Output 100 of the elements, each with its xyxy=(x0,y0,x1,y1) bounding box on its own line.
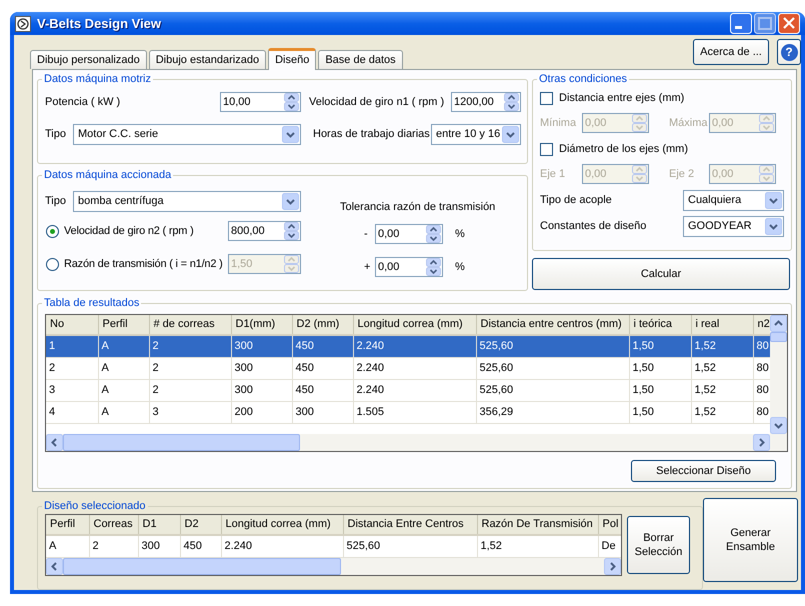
scrollbar-track[interactable] xyxy=(46,434,787,451)
table-cell: A xyxy=(46,535,89,557)
scroll-thumb[interactable] xyxy=(770,332,787,342)
table-cell: 200 xyxy=(231,401,292,423)
table-cell: 3 xyxy=(46,379,98,401)
table-cell: A xyxy=(98,357,149,379)
table-cell: 2 xyxy=(46,357,98,379)
field-label: Constantes de diseño xyxy=(540,219,648,234)
table-cell: 2 xyxy=(149,357,231,379)
column-header[interactable]: Pol xyxy=(598,515,621,535)
column-header[interactable]: Perfil xyxy=(46,515,89,535)
field-label: Diámetro de los ejes (mm) xyxy=(559,142,688,157)
column-header[interactable]: D2 (mm) xyxy=(292,315,353,335)
table-cell: 1,52 xyxy=(691,401,753,423)
column-header[interactable]: Correas xyxy=(89,515,138,535)
table-row[interactable]: A 2 300 450 2.240 525,60 1,52 De xyxy=(46,535,621,557)
scroll-left-button[interactable] xyxy=(46,558,63,575)
button[interactable]: Acerca de ... xyxy=(693,39,769,65)
table-cell: 1,50 xyxy=(629,401,691,423)
group-title: Datos máquina accionada xyxy=(43,169,172,182)
column-header[interactable]: i real xyxy=(691,315,753,335)
scroll-right-button[interactable] xyxy=(604,558,621,575)
column-header[interactable]: D1 xyxy=(138,515,180,535)
field-label: Tipo de acople xyxy=(540,193,613,208)
close-button[interactable] xyxy=(778,13,800,34)
table-cell: 450 xyxy=(180,535,221,557)
column-header[interactable]: Distancia entre centros (mm) xyxy=(476,315,629,335)
scroll-thumb[interactable] xyxy=(63,558,341,575)
scroll-down-button[interactable] xyxy=(770,417,787,434)
scroll-right-button[interactable] xyxy=(753,434,770,451)
field-label: Potencia ( kW ) xyxy=(45,94,122,110)
table-row[interactable]: 2 A 2 300 450 2.240 525,60 1,50 1,52 80 xyxy=(46,357,770,379)
spinner-arrows-icon xyxy=(426,225,441,243)
table-row[interactable]: 3 A 2 300 450 2.240 525,60 1,50 1,52 80 xyxy=(46,379,770,401)
spin-field[interactable]: 1200,00 xyxy=(451,92,521,112)
table-cell: 450 xyxy=(292,379,353,401)
scroll-thumb[interactable] xyxy=(63,434,300,451)
scrollbar-track[interactable] xyxy=(46,558,621,575)
column-header[interactable]: No xyxy=(46,315,98,335)
table-cell: 2 xyxy=(89,535,138,557)
dropdown[interactable]: entre 10 y 16 xyxy=(431,124,521,144)
column-header[interactable]: n2 xyxy=(753,315,770,335)
spin-field[interactable]: 0,00 xyxy=(375,224,443,244)
field-label: Eje 2 xyxy=(669,166,696,182)
tab[interactable]: Dibujo personalizado xyxy=(30,50,147,69)
column-header[interactable]: Razón De Transmisión xyxy=(477,515,598,535)
dropdown[interactable]: Motor C.C. serie xyxy=(73,124,301,144)
radio-button[interactable] xyxy=(46,224,59,238)
table-cell: A xyxy=(98,401,149,423)
spinner-arrows-icon xyxy=(632,165,647,183)
radio-button[interactable] xyxy=(46,258,59,270)
table-cell: 356,29 xyxy=(476,401,629,423)
spinner-arrows-icon xyxy=(759,114,774,132)
scroll-up-button[interactable] xyxy=(770,315,787,332)
spin-field[interactable]: 10,00 xyxy=(220,92,301,112)
field-label: Tipo xyxy=(45,194,67,209)
button[interactable]: Calcular xyxy=(532,258,790,290)
scrollbar-track[interactable] xyxy=(770,315,787,434)
button[interactable]: Generar Ensamble xyxy=(703,498,798,582)
field-label: Distancia entre ejes (mm) xyxy=(559,90,684,106)
table-cell: 1,52 xyxy=(477,535,598,557)
table-row[interactable]: 1 A 2 300 450 2.240 525,60 1,50 1,52 80 xyxy=(46,335,770,357)
column-header[interactable]: Longitud correa (mm) xyxy=(221,515,343,535)
table-cell: 300 xyxy=(231,335,292,357)
column-header[interactable]: Longitud correa (mm) xyxy=(353,315,476,335)
spin-field[interactable]: 800,00 xyxy=(228,221,301,241)
table-cell: 300 xyxy=(231,357,292,379)
tab[interactable]: Dibujo estandarizado xyxy=(148,50,266,69)
table-cell: 1,52 xyxy=(691,335,753,357)
field-label: Eje 1 xyxy=(540,166,566,182)
column-header[interactable]: D2 xyxy=(180,515,221,535)
dropdown[interactable]: bomba centrífuga xyxy=(73,190,301,212)
table-cell: 1 xyxy=(46,335,98,357)
table-cell: 1,52 xyxy=(691,379,753,401)
help-button[interactable]: ? xyxy=(777,39,801,65)
tab[interactable]: Diseño xyxy=(268,48,316,70)
sign-label: - xyxy=(364,226,369,242)
button[interactable]: Seleccionar Diseño xyxy=(631,460,776,482)
table-cell: 3 xyxy=(149,401,231,423)
dropdown[interactable]: Cualquiera xyxy=(683,190,784,211)
column-header[interactable]: D1(mm) xyxy=(231,315,292,335)
dropdown[interactable]: GOODYEAR xyxy=(683,216,784,237)
table-cell: 300 xyxy=(231,379,292,401)
column-header[interactable]: i teórica xyxy=(629,315,691,335)
checkbox[interactable] xyxy=(540,142,553,156)
button[interactable]: Borrar Selección xyxy=(627,516,690,574)
tab[interactable]: Base de datos xyxy=(318,50,403,69)
checkbox[interactable] xyxy=(540,92,553,104)
spin-field[interactable]: 0,00 xyxy=(375,257,443,277)
table-cell: 525,60 xyxy=(476,379,629,401)
spinner-arrows-icon xyxy=(426,258,441,276)
scroll-left-button[interactable] xyxy=(46,434,63,451)
window-title: V-Belts Design View xyxy=(37,14,162,33)
table-row[interactable]: 4 A 3 200 300 1.505 356,29 1,50 1,52 80 xyxy=(46,401,770,423)
minimize-button[interactable] xyxy=(730,13,752,34)
column-header[interactable]: Distancia Entre Centros xyxy=(343,515,477,535)
column-header[interactable]: Perfil xyxy=(98,315,149,335)
spinner-arrows-icon xyxy=(284,255,299,273)
column-header[interactable]: # de correas xyxy=(149,315,231,335)
table-cell: 2.240 xyxy=(221,535,343,557)
